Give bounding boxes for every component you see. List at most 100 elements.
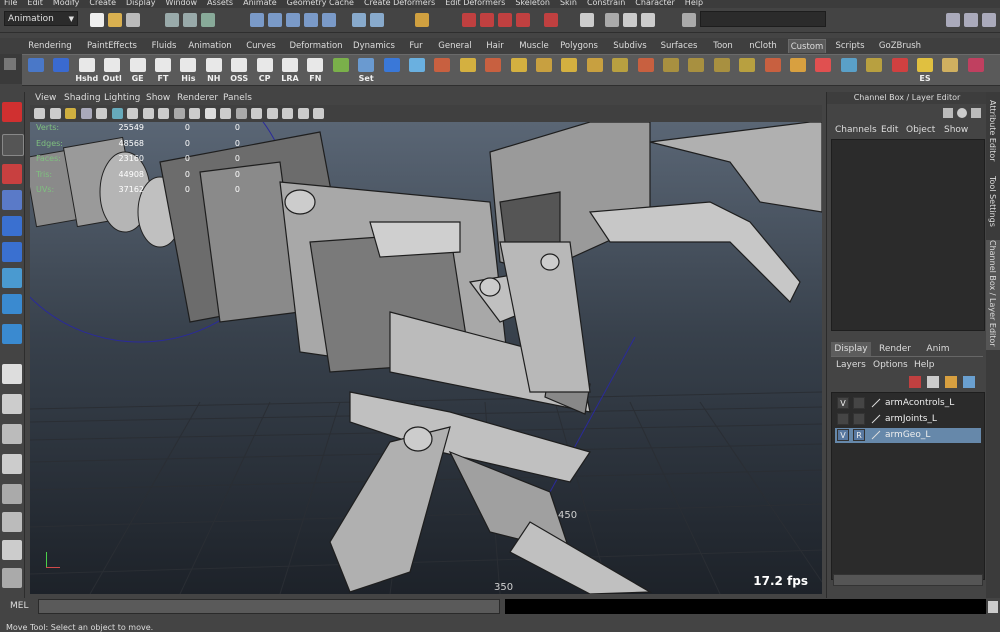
shelf-tab-dynamics[interactable]: Dynamics xyxy=(352,39,396,53)
clapper-icon[interactable] xyxy=(623,13,637,27)
rotate-tool-icon[interactable] xyxy=(2,216,22,236)
layer-color-icon[interactable] xyxy=(871,398,881,408)
shelf-tab-fur[interactable]: Fur xyxy=(404,39,428,53)
panel-layout-icon[interactable] xyxy=(946,13,960,27)
layer-row[interactable]: armJoints_L xyxy=(835,412,981,427)
four-layout-icon[interactable] xyxy=(2,394,22,414)
shelf-tab-painteffects[interactable]: PaintEffects xyxy=(84,39,140,53)
panel-menu-lighting[interactable]: Lighting xyxy=(104,92,140,105)
soft-mod-tool-icon[interactable] xyxy=(2,294,22,314)
shelf-button-outl[interactable]: Outl xyxy=(101,57,123,83)
panel-toolbar-icon[interactable] xyxy=(34,108,45,119)
panel-toolbar-icon[interactable] xyxy=(49,108,61,119)
select-object-icon[interactable] xyxy=(183,13,197,27)
shelf-tab-muscle[interactable]: Muscle xyxy=(516,39,552,53)
tab-tool-settings[interactable]: Tool Settings xyxy=(986,176,1000,236)
history-icon[interactable] xyxy=(352,13,366,27)
shelf-button-oss[interactable]: OSS xyxy=(228,57,250,83)
options-menu[interactable]: Options xyxy=(873,360,908,370)
visibility-toggle[interactable]: V xyxy=(837,397,849,409)
shelf-button-1[interactable] xyxy=(50,57,72,83)
new-layer-2-icon[interactable] xyxy=(927,376,939,388)
layer-row[interactable]: VarmAcontrols_L xyxy=(835,396,981,411)
script-layout-icon[interactable] xyxy=(2,540,22,560)
history-output-icon[interactable] xyxy=(370,13,384,27)
display-type-toggle[interactable] xyxy=(853,413,865,425)
panel-layout-2-icon[interactable] xyxy=(964,13,978,27)
attribute-editor-toggle-icon[interactable] xyxy=(605,13,619,27)
shelf-button-37[interactable] xyxy=(965,57,987,83)
shelf-button-es[interactable]: ES xyxy=(914,57,936,83)
shelf-tab-rendering[interactable]: Rendering xyxy=(26,39,74,53)
shelf-button-0[interactable] xyxy=(25,57,47,83)
shelf-button-15[interactable] xyxy=(406,57,428,83)
graph-layout-icon[interactable] xyxy=(2,454,22,474)
panel-toolbar-icon[interactable] xyxy=(297,108,309,119)
menu-edit-deformers[interactable]: Edit Deformers xyxy=(445,0,505,7)
horizontal-scrollbar[interactable] xyxy=(833,574,983,586)
help-menu[interactable]: Help xyxy=(914,360,935,370)
lasso-tool-icon[interactable] xyxy=(2,134,24,156)
menu-help[interactable]: Help xyxy=(685,0,703,7)
shelf-tab-custom[interactable]: Custom xyxy=(788,39,826,53)
hypershade-layout-icon[interactable] xyxy=(2,512,22,532)
shelf-tab-toon[interactable]: Toon xyxy=(709,39,737,53)
quick-selection-field[interactable] xyxy=(700,11,826,27)
shelf-button-14[interactable] xyxy=(381,57,403,83)
select-tool-icon[interactable] xyxy=(2,102,22,122)
shelf-button-17[interactable] xyxy=(457,57,479,83)
move-tool-icon[interactable] xyxy=(2,190,22,210)
script-editor-icon[interactable] xyxy=(988,601,998,613)
ipr-render-icon[interactable] xyxy=(480,13,494,27)
shelf-tab-scripts[interactable]: Scripts xyxy=(834,39,866,53)
menu-character[interactable]: Character xyxy=(635,0,675,7)
shelf-button-33[interactable] xyxy=(863,57,885,83)
show-manipulator-icon[interactable] xyxy=(2,324,22,344)
panel-toolbar-icon[interactable] xyxy=(189,108,200,119)
new-scene-icon[interactable] xyxy=(90,13,104,27)
menu-modify[interactable]: Modify xyxy=(53,0,80,7)
panel-menu-view[interactable]: View xyxy=(35,92,56,105)
panel-layout-3-icon[interactable] xyxy=(982,13,996,27)
channels-menu[interactable]: Channels xyxy=(835,125,877,135)
shelf-button-22[interactable] xyxy=(584,57,606,83)
visibility-toggle[interactable] xyxy=(837,413,849,425)
menu-animate[interactable]: Animate xyxy=(243,0,277,7)
shelf-button-his[interactable]: His xyxy=(177,57,199,83)
command-input[interactable] xyxy=(38,599,500,614)
panel-toolbar-icon[interactable] xyxy=(111,108,123,119)
persp-layout-icon[interactable] xyxy=(2,484,22,504)
panel-toolbar-icon[interactable] xyxy=(220,108,231,119)
panel-toolbar-icon[interactable] xyxy=(235,108,247,119)
shelf-button-31[interactable] xyxy=(812,57,834,83)
shelf-button-28[interactable] xyxy=(736,57,758,83)
shelf-button-29[interactable] xyxy=(762,57,784,83)
menu-file[interactable]: File xyxy=(4,0,17,7)
panel-toolbar-icon[interactable] xyxy=(158,108,169,119)
tab-anim[interactable]: Anim xyxy=(919,342,957,356)
layer-color-icon[interactable] xyxy=(871,430,881,440)
shelf-button-set[interactable]: Set xyxy=(355,57,377,83)
menu-skeleton[interactable]: Skeleton xyxy=(515,0,550,7)
panel-toolbar-icon[interactable] xyxy=(173,108,185,119)
tab-render[interactable]: Render xyxy=(873,342,917,356)
snap-point-icon[interactable] xyxy=(286,13,300,27)
shelf-tab-general[interactable]: General xyxy=(436,39,474,53)
panel-toolbar-icon[interactable] xyxy=(80,108,92,119)
construction-history-icon[interactable] xyxy=(415,13,429,27)
save-scene-icon[interactable] xyxy=(126,13,140,27)
display-type-toggle[interactable] xyxy=(853,397,865,409)
shelf-button-32[interactable] xyxy=(838,57,860,83)
panel-menu-shading[interactable]: Shading xyxy=(64,92,101,105)
scale-tool-icon[interactable] xyxy=(2,242,22,262)
perspective-viewport[interactable]: Verts: 25549 0 0 Edges: 48568 0 0 Faces: 23160 0 0 T… xyxy=(30,122,822,594)
tab-attribute-editor[interactable]: Attribute Editor xyxy=(986,100,1000,170)
shelf-tab-polygons[interactable]: Polygons xyxy=(559,39,599,53)
panel-menu-panels[interactable]: Panels xyxy=(223,92,252,105)
shelf-tab-surfaces[interactable]: Surfaces xyxy=(658,39,700,53)
render-frame-icon[interactable] xyxy=(462,13,476,27)
shelf-button-20[interactable] xyxy=(533,57,555,83)
shelf-button-cp[interactable]: CP xyxy=(254,57,276,83)
shelf-tab-animation[interactable]: Animation xyxy=(186,39,234,53)
display-type-toggle[interactable]: R xyxy=(853,429,865,441)
